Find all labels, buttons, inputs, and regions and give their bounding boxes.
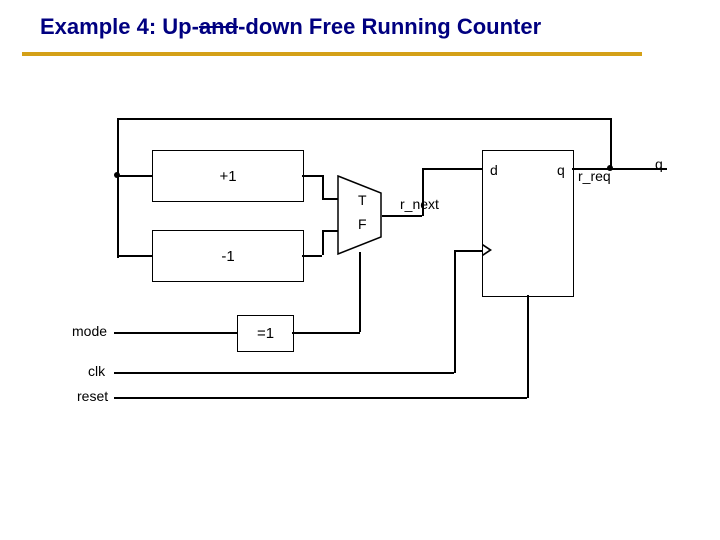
wire — [454, 250, 482, 252]
wire — [114, 372, 454, 374]
wire — [527, 295, 529, 398]
wire — [117, 175, 152, 177]
mode-label: mode — [72, 323, 107, 339]
wire — [454, 250, 456, 373]
wire — [302, 255, 322, 257]
r-next-label: r_next — [400, 196, 439, 212]
wire — [422, 168, 482, 170]
title-prefix: Example 4: Up- — [40, 14, 199, 39]
q-output-label: q — [655, 156, 663, 172]
reg-d-label: d — [490, 162, 498, 178]
mux-f-label: F — [358, 216, 367, 232]
inc-block: +1 — [152, 150, 304, 202]
reg-q-label: q — [557, 162, 565, 178]
wire — [292, 332, 360, 334]
eq1-block: =1 — [237, 315, 294, 352]
wire — [610, 118, 612, 168]
title-underline — [22, 52, 642, 56]
wire — [302, 175, 322, 177]
wire — [322, 175, 324, 198]
wire — [117, 255, 152, 257]
dec-block: -1 — [152, 230, 304, 282]
wire — [117, 118, 611, 120]
clk-label: clk — [88, 363, 105, 379]
clock-triangle-icon — [483, 244, 492, 256]
wire — [322, 230, 338, 232]
title-struck: and — [199, 14, 238, 39]
wire — [322, 198, 338, 200]
wire — [114, 397, 527, 399]
junction-dot — [114, 172, 120, 178]
block-diagram: +1 -1 =1 T F d q r_next mode cl — [62, 110, 682, 450]
title-suffix: -down Free Running Counter — [238, 14, 541, 39]
wire — [359, 252, 361, 332]
slide-title: Example 4: Up-and-down Free Running Coun… — [40, 14, 541, 40]
wire — [114, 332, 237, 334]
reset-label: reset — [77, 388, 108, 404]
mux — [337, 175, 382, 255]
r-req-label: r_req — [578, 168, 611, 184]
wire — [322, 230, 324, 255]
inc-label: +1 — [219, 168, 236, 185]
wire — [382, 215, 422, 217]
wire — [117, 118, 119, 258]
mux-t-label: T — [358, 192, 367, 208]
eq1-label: =1 — [257, 325, 274, 342]
dec-label: -1 — [221, 248, 234, 265]
